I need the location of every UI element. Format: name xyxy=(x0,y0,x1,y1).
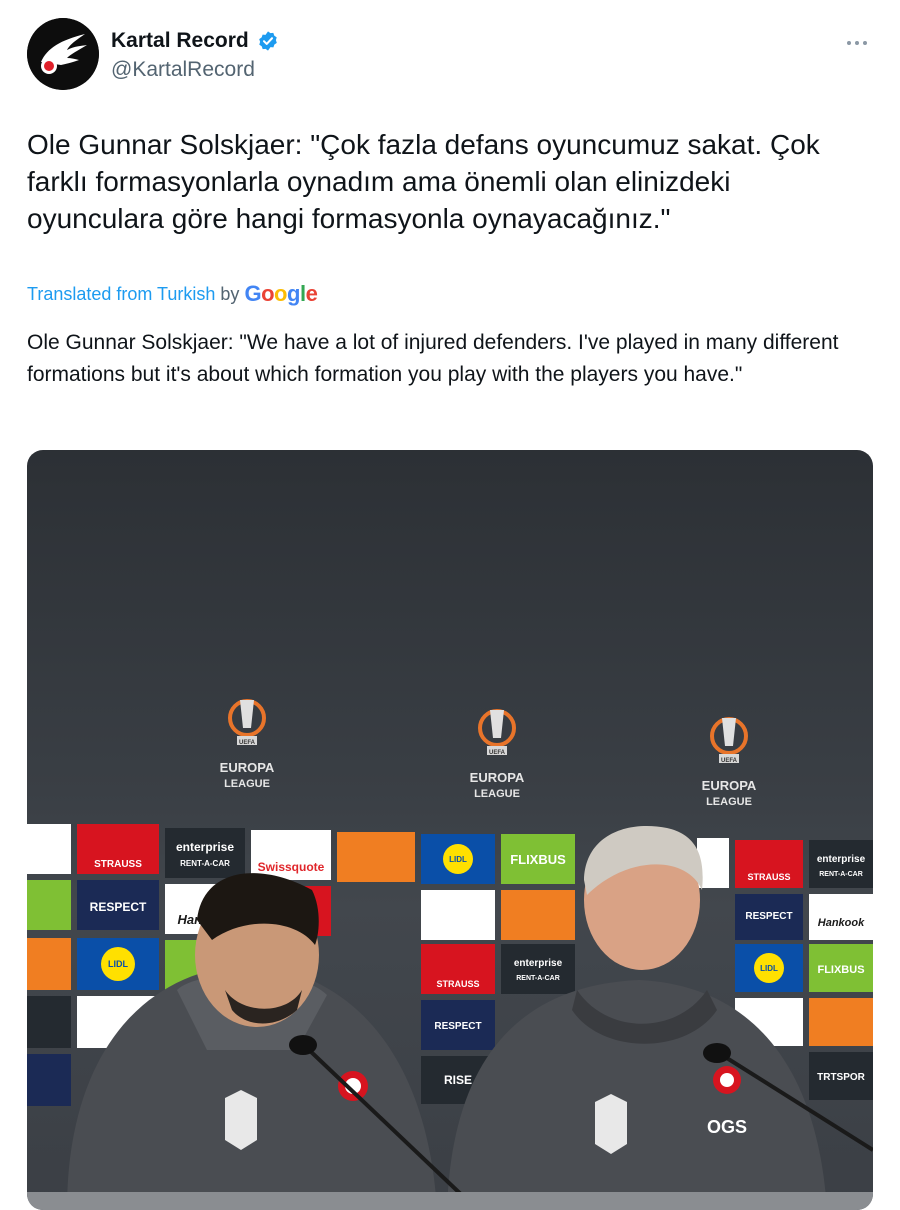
svg-text:LEAGUE: LEAGUE xyxy=(706,796,752,808)
svg-text:RESPECT: RESPECT xyxy=(745,911,792,922)
svg-text:FLIXBUS: FLIXBUS xyxy=(510,852,566,867)
svg-text:EUROPA: EUROPA xyxy=(470,770,525,785)
svg-text:EUROPA: EUROPA xyxy=(220,760,275,775)
photo-scene: UEFA EUROPA LEAGUE UEFA EUROPA LEAGUE UE… xyxy=(27,699,873,1210)
google-logo: Google xyxy=(244,281,318,306)
svg-text:Hankook: Hankook xyxy=(818,917,865,929)
svg-text:RENT-A-CAR: RENT-A-CAR xyxy=(516,975,560,982)
svg-text:STRAUSS: STRAUSS xyxy=(436,979,479,989)
svg-text:EUROPA: EUROPA xyxy=(702,778,757,793)
translated-by: by xyxy=(220,284,240,304)
europa-league-logo-center: UEFA EUROPA LEAGUE xyxy=(470,709,525,800)
svg-text:LIDL: LIDL xyxy=(760,964,778,973)
europa-league-logo-left: UEFA EUROPA LEAGUE xyxy=(220,699,275,790)
svg-text:RISE: RISE xyxy=(444,1073,472,1087)
svg-text:LIDL: LIDL xyxy=(449,855,467,864)
svg-text:UEFA: UEFA xyxy=(489,750,506,756)
avatar[interactable] xyxy=(27,18,99,90)
svg-text:UEFA: UEFA xyxy=(239,740,256,746)
svg-text:STRAUSS: STRAUSS xyxy=(747,872,790,882)
europa-league-logo-right: UEFA EUROPA LEAGUE xyxy=(702,717,757,808)
svg-text:RENT-A-CAR: RENT-A-CAR xyxy=(180,859,230,868)
svg-text:enterprise: enterprise xyxy=(176,840,234,854)
svg-text:LEAGUE: LEAGUE xyxy=(474,788,520,800)
svg-text:enterprise: enterprise xyxy=(817,854,866,865)
press-conference-photo[interactable]: UEFA EUROPA LEAGUE UEFA EUROPA LEAGUE UE… xyxy=(27,450,873,1210)
table-edge xyxy=(27,1192,873,1210)
account-handle[interactable]: @KartalRecord xyxy=(111,56,279,84)
svg-text:RENT-A-CAR: RENT-A-CAR xyxy=(819,871,863,878)
translated-label: Translated from Turkish xyxy=(27,284,216,304)
account-name-block[interactable]: Kartal Record @KartalRecord xyxy=(111,28,279,84)
tweet-header: Kartal Record @KartalRecord xyxy=(27,18,873,92)
translation-text: Ole Gunnar Solskjaer: "We have a lot of … xyxy=(27,331,839,386)
svg-text:OGS: OGS xyxy=(707,1117,747,1137)
svg-text:LIDL: LIDL xyxy=(108,959,128,969)
more-options-icon[interactable] xyxy=(847,32,873,46)
svg-text:UEFA: UEFA xyxy=(721,758,738,764)
svg-text:LEAGUE: LEAGUE xyxy=(224,778,270,790)
verified-badge-icon xyxy=(259,31,277,51)
eagle-logo-icon xyxy=(27,18,99,90)
display-name[interactable]: Kartal Record xyxy=(111,28,249,54)
svg-text:STRAUSS: STRAUSS xyxy=(94,859,142,870)
tweet-text: Ole Gunnar Solskjaer: "Çok fazla defans … xyxy=(27,129,820,234)
svg-text:Swissquote: Swissquote xyxy=(258,860,325,874)
translated-from-link[interactable]: Translated from Turkish by Google xyxy=(27,281,318,307)
svg-text:enterprise: enterprise xyxy=(514,958,563,969)
svg-text:RESPECT: RESPECT xyxy=(434,1021,481,1032)
svg-text:RESPECT: RESPECT xyxy=(90,900,147,914)
svg-text:TRTSPOR: TRTSPOR xyxy=(817,1072,866,1083)
svg-text:FLIXBUS: FLIXBUS xyxy=(817,964,864,976)
